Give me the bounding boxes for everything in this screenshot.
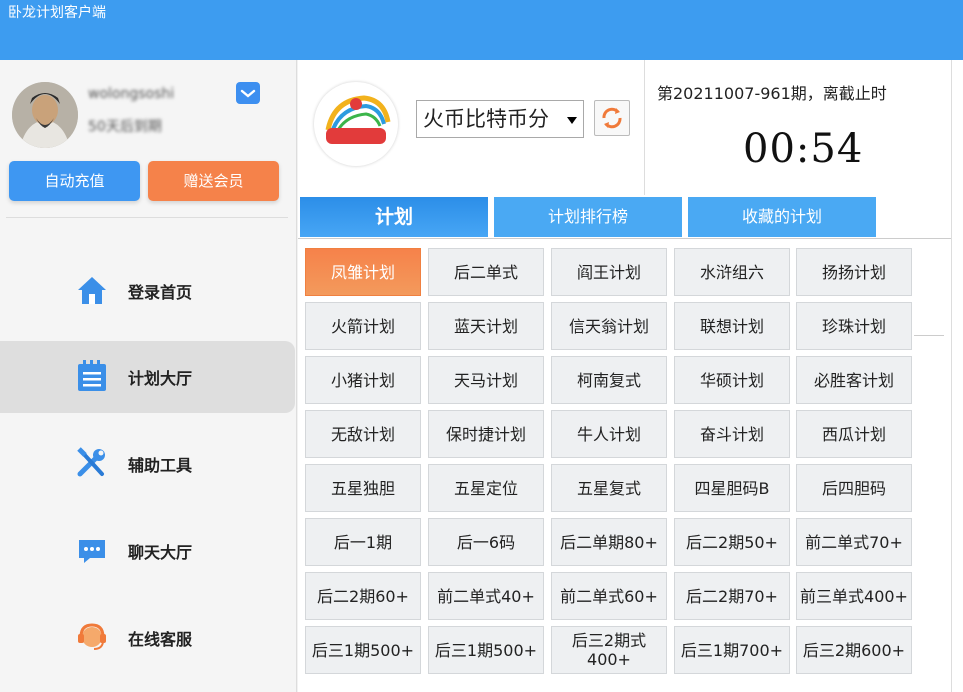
plan-button[interactable]: 火箭计划	[305, 302, 421, 350]
plan-button[interactable]: 前二单式40+	[428, 572, 544, 620]
plan-button[interactable]: 后二2期50+	[674, 518, 790, 566]
dropdown-check-icon[interactable]	[236, 82, 260, 104]
tools-icon	[76, 446, 108, 480]
avatar[interactable]	[12, 82, 78, 148]
plan-button[interactable]: 保时捷计划	[428, 410, 544, 458]
plan-button[interactable]: 联想计划	[674, 302, 790, 350]
plan-button[interactable]: 五星独胆	[305, 464, 421, 512]
grid-divider	[914, 335, 944, 336]
plan-button[interactable]: 华硕计划	[674, 356, 790, 404]
period-panel: 第20211007-961期，离截止时 00:54	[644, 60, 951, 195]
plan-button[interactable]: 天马计划	[428, 356, 544, 404]
plan-button[interactable]: 后三1期500+	[428, 626, 544, 674]
plan-button[interactable]: 后二2期60+	[305, 572, 421, 620]
headset-icon	[76, 620, 108, 654]
sidebar-item-support[interactable]: 在线客服	[0, 602, 297, 674]
plan-button[interactable]: 五星复式	[551, 464, 667, 512]
plan-button[interactable]: 后三1期500+	[305, 626, 421, 674]
plan-button[interactable]: 蓝天计划	[428, 302, 544, 350]
plan-button[interactable]: 水浒组六	[674, 248, 790, 296]
title-bar: 卧龙计划客户端	[0, 0, 963, 60]
sidebar-item-label: 计划大厅	[128, 369, 193, 388]
period-label: 第20211007-961期，离截止时	[657, 84, 887, 103]
plan-button[interactable]: 无敌计划	[305, 410, 421, 458]
plan-button[interactable]: 小猪计划	[305, 356, 421, 404]
plan-button[interactable]: 后一1期	[305, 518, 421, 566]
sidebar-item-tools[interactable]: 辅助工具	[0, 428, 297, 500]
plan-button[interactable]: 奋斗计划	[674, 410, 790, 458]
plan-button[interactable]: 柯南复式	[551, 356, 667, 404]
countdown-timer: 00:54	[743, 126, 864, 172]
sidebar-item-label: 聊天大厅	[128, 543, 193, 562]
plan-button[interactable]: 五星定位	[428, 464, 544, 512]
list-icon	[76, 359, 108, 393]
sidebar-item-plan-hall[interactable]: 计划大厅	[0, 341, 295, 413]
plan-button[interactable]: 前二单式60+	[551, 572, 667, 620]
plan-button[interactable]: 凤雏计划	[305, 248, 421, 296]
gift-membership-button[interactable]: 赠送会员	[148, 161, 279, 201]
plan-button[interactable]: 后三2期式400+	[551, 626, 667, 674]
sidebar-item-label: 登录首页	[128, 283, 193, 302]
plan-button[interactable]: 前二单式70+	[796, 518, 912, 566]
sidebar: wolongsoshi 50天后到期 自动充值 赠送会员 登录首页 计划大厅 辅…	[0, 60, 297, 692]
home-icon	[76, 273, 108, 307]
chevron-down-icon	[567, 117, 577, 124]
lottery-select-value: 火币比特币分	[423, 107, 549, 131]
plan-button[interactable]: 信天翁计划	[551, 302, 667, 350]
lottery-select[interactable]: 火币比特币分	[416, 100, 584, 138]
plan-button[interactable]: 必胜客计划	[796, 356, 912, 404]
lottery-header: 火币比特币分	[298, 60, 644, 195]
plan-grid: 凤雏计划 后二单式 阎王计划 水浒组六 扬扬计划火箭计划 蓝天计划 信天翁计划 联想计划 珍珠计…	[298, 239, 951, 692]
username: wolongsoshi	[88, 86, 175, 102]
chat-icon	[76, 533, 108, 567]
plan-button[interactable]: 后二2期70+	[674, 572, 790, 620]
plan-button[interactable]: 后三2期600+	[796, 626, 912, 674]
sidebar-divider	[6, 217, 288, 218]
plan-button[interactable]: 后二单期80+	[551, 518, 667, 566]
refresh-icon	[602, 107, 622, 129]
lottery-logo	[314, 82, 398, 166]
sidebar-item-chat[interactable]: 聊天大厅	[0, 515, 297, 587]
refresh-button[interactable]	[594, 100, 630, 136]
plan-button[interactable]: 后一6码	[428, 518, 544, 566]
plan-tabs: 计划 计划排行榜 收藏的计划	[298, 195, 951, 239]
plan-button[interactable]: 后三1期700+	[674, 626, 790, 674]
plan-button[interactable]: 扬扬计划	[796, 248, 912, 296]
sidebar-item-home[interactable]: 登录首页	[0, 255, 297, 327]
plan-button[interactable]: 牛人计划	[551, 410, 667, 458]
plan-button[interactable]: 阎王计划	[551, 248, 667, 296]
sidebar-item-label: 在线客服	[128, 630, 193, 649]
sidebar-item-label: 辅助工具	[128, 456, 193, 475]
window-title: 卧龙计划客户端	[8, 5, 106, 21]
right-panel-edge	[951, 60, 963, 692]
tab-plan-ranking[interactable]: 计划排行榜	[494, 197, 682, 237]
tab-plans[interactable]: 计划	[300, 197, 488, 237]
auto-recharge-button[interactable]: 自动充值	[9, 161, 140, 201]
plan-button[interactable]: 前三单式400+	[796, 572, 912, 620]
plan-button[interactable]: 四星胆码B	[674, 464, 790, 512]
plan-button[interactable]: 后二单式	[428, 248, 544, 296]
plan-button[interactable]: 后四胆码	[796, 464, 912, 512]
tab-favorites[interactable]: 收藏的计划	[688, 197, 876, 237]
plan-button[interactable]: 珍珠计划	[796, 302, 912, 350]
membership-expiry: 50天后到期	[88, 119, 162, 135]
plan-button[interactable]: 西瓜计划	[796, 410, 912, 458]
